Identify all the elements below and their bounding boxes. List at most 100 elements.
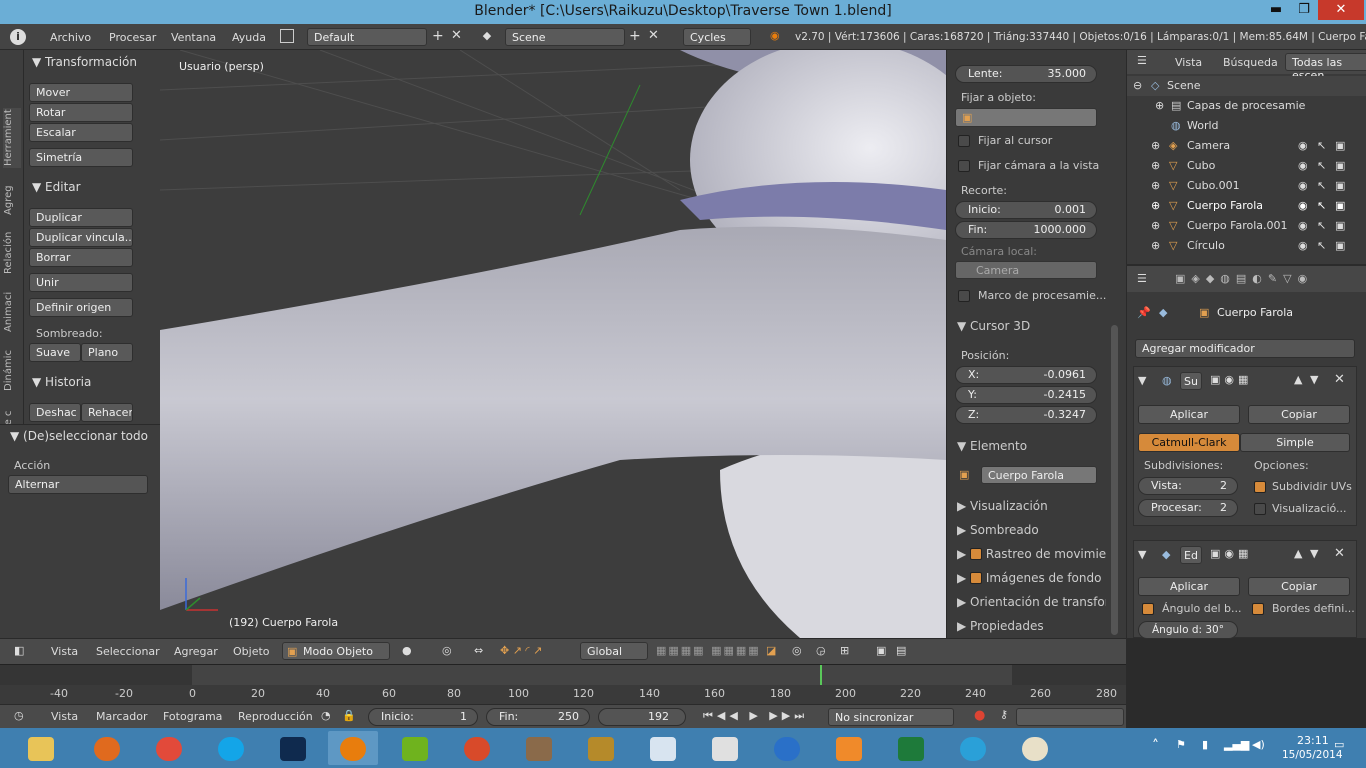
chrome-icon[interactable] [144,731,194,765]
manipulator-icon[interactable]: ⇔ [474,644,483,657]
video-app-icon[interactable] [824,731,874,765]
select-arrow-icon[interactable]: ↖ [1317,136,1326,156]
move-up-icon[interactable]: ▲ [1294,373,1302,386]
battery-icon[interactable]: ▮ [1202,738,1208,751]
motion-tracking-checkbox[interactable] [970,548,983,560]
layout-icon[interactable] [280,29,294,43]
file-explorer-icon[interactable] [16,731,66,765]
modifier-name-field[interactable]: Ed [1180,546,1202,564]
context-tabs-icons[interactable]: ▣◈◆◍▤◐✎▽◉ [1175,272,1313,285]
timeline-editor-icon[interactable]: ◷ [14,709,24,722]
tab-herramientas[interactable]: Herramient [3,108,21,168]
edge-angle-checkbox[interactable] [1142,603,1154,615]
action-select[interactable]: Alternar [8,475,148,494]
background-images-checkbox[interactable] [970,572,983,584]
add-modifier-select[interactable]: Agregar modificador [1135,339,1355,358]
redo-button[interactable]: Rehacer [81,403,133,422]
record-icon[interactable]: ● [974,708,985,723]
outliner-row-camera[interactable]: ⊕ ◈ Camera ◉ ↖ ▣ [1127,136,1366,156]
snap-element-icon[interactable]: ⊞ [840,644,849,657]
item-header[interactable]: ▼ Elemento [957,439,1027,453]
move-down-icon[interactable]: ▼ [1310,547,1318,560]
clock-time[interactable]: 23:11 [1297,734,1329,747]
shade-flat-button[interactable]: Plano [81,343,133,362]
paint-icon[interactable] [1010,731,1060,765]
npanel-scrollbar[interactable] [1111,325,1118,635]
visibility-eye-icon[interactable]: ◉ [1298,176,1308,196]
tab-dinamica[interactable]: Dinámic [3,346,21,396]
opengl-render-icon[interactable]: ▤ [896,644,906,657]
blender-taskbar-icon[interactable] [328,731,378,765]
tab-agregar[interactable]: Agreg [3,180,21,220]
media-player-icon[interactable] [700,731,750,765]
visibility-eye-icon[interactable]: ◉ [1298,136,1308,156]
visibility-eye-icon[interactable]: ◉ [1298,236,1308,256]
clip-end-field[interactable]: Fin: 1000.000 [955,221,1097,239]
select-arrow-icon[interactable]: ↖ [1317,236,1326,256]
cursor-z-field[interactable]: Z: -0.3247 [955,406,1097,424]
telegram-icon[interactable] [948,731,998,765]
menu-ventana[interactable]: Ventana [171,31,216,44]
transform-header[interactable]: ▼ Transformación [32,55,137,69]
ccleaner-icon[interactable] [452,731,502,765]
nvidia-icon[interactable] [390,731,440,765]
select-arrow-icon[interactable]: ↖ [1317,156,1326,176]
render-camera-icon[interactable]: ▣ [1335,216,1345,236]
optimal-display-checkbox[interactable] [1254,503,1266,515]
signal-icon[interactable]: ▂▄▆ [1224,738,1249,751]
select-menu[interactable]: Seleccionar [96,645,160,658]
outliner-row-scene[interactable]: ⊖ ◇ Scene [1127,76,1366,96]
simple-tab[interactable]: Simple [1240,433,1350,452]
remove-scene-icon[interactable]: ✕ [648,28,659,43]
volume-icon[interactable]: ◀) [1252,738,1265,751]
timeline-menu-fotograma[interactable]: Fotograma [163,710,222,723]
duplicate-linked-button[interactable]: Duplicar vincula... [29,228,133,247]
lock-layers-icon[interactable]: ◪ [766,644,776,657]
pin-icon[interactable]: 📌 [1137,306,1151,319]
outliner-row-cuerpo-farola-001[interactable]: ⊕ ▽ Cuerpo Farola.001 ◉ ↖ ▣ [1127,216,1366,236]
playback-controls-icons[interactable]: ⏮◀◀ ▶ ▶▶⏭ [703,709,808,723]
move-up-icon[interactable]: ▲ [1294,547,1302,560]
render-camera-icon[interactable]: ▣ [1335,136,1345,156]
shade-smooth-button[interactable]: Suave [29,343,81,362]
editor-type-icon[interactable]: ◧ [14,644,24,657]
select-arrow-icon[interactable]: ↖ [1317,196,1326,216]
edit-header[interactable]: ▼ Editar [32,180,81,194]
league-of-legends-icon[interactable] [576,731,626,765]
background-images-header[interactable]: ▶ Imágenes de fondo [957,571,1101,585]
timeline[interactable]: -40 -20 0 20 40 60 80 100 120 140 160 18… [0,664,1126,705]
visibility-eye-icon[interactable]: ◉ [1298,156,1308,176]
bolt-app-icon[interactable] [762,731,812,765]
collapse-icon[interactable]: ▼ [1138,374,1146,387]
menu-procesar[interactable]: Procesar [109,31,156,44]
outliner-menu-vista[interactable]: Vista [1175,56,1202,69]
proportional-edit-icon[interactable]: ◎ [792,644,802,657]
remove-modifier-icon[interactable]: ✕ [1334,372,1345,387]
outliner-row-world[interactable]: ◍ World [1127,116,1366,136]
lens-field[interactable]: Lente: 35.000 [955,65,1097,83]
notifications-icon[interactable]: ▭ [1334,738,1344,751]
duplicate-button[interactable]: Duplicar [29,208,133,227]
add-layout-icon[interactable]: + [432,28,444,44]
outliner-filter-select[interactable]: Todas las escen [1285,53,1366,82]
archive-icon[interactable] [514,731,564,765]
item-name-field[interactable]: Cuerpo Farola [981,466,1097,484]
render-camera-icon[interactable]: ▣ [1335,156,1345,176]
outliner-row-circulo[interactable]: ⊕ ▽ Círculo ◉ ↖ ▣ [1127,236,1366,256]
select-arrow-icon[interactable]: ↖ [1317,176,1326,196]
current-frame-field[interactable]: 192 [598,708,686,726]
render-preview-icon[interactable]: ▣ [876,644,886,657]
collapse-icon[interactable]: ▼ [1138,548,1146,561]
info-icon[interactable]: i [10,29,26,45]
outliner-editor-icon[interactable]: ☰ [1137,54,1147,67]
transform-manipulator-icons[interactable]: ✥ ↗ ◜ ↗ [500,644,542,657]
flag-icon[interactable]: ⚑ [1176,738,1186,751]
render-border-checkbox[interactable] [958,290,970,302]
copy-button[interactable]: Copiar [1248,577,1350,596]
menu-archivo[interactable]: Archivo [50,31,91,44]
cursor-y-field[interactable]: Y: -0.2415 [955,386,1097,404]
timeline-menu-reproduccion[interactable]: Reproducción [238,710,313,723]
lock-icon[interactable]: 🔒 [342,709,356,722]
layout-select[interactable]: Default [307,28,427,46]
add-scene-icon[interactable]: + [629,28,641,44]
